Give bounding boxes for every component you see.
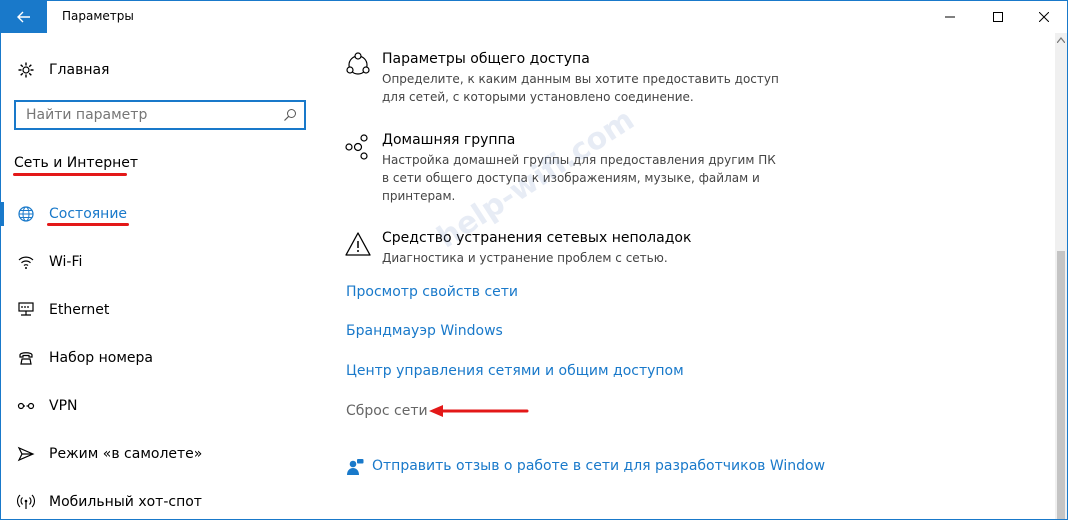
- scroll-up-icon[interactable]: [1055, 33, 1067, 47]
- sidebar-item-label: Wi-Fi: [49, 254, 83, 270]
- sidebar-item-ethernet[interactable]: Ethernet: [1, 292, 331, 328]
- annotation-underline: [47, 223, 129, 226]
- feedback-link[interactable]: Отправить отзыв о работе в сети для разр…: [372, 458, 825, 474]
- back-button[interactable]: [1, 1, 47, 33]
- sidebar-item-home[interactable]: Главная: [1, 52, 331, 88]
- hotspot-icon: [17, 493, 35, 511]
- sidebar-item-dialup[interactable]: Набор номера: [1, 340, 331, 376]
- homegroup-icon: [345, 134, 368, 160]
- gear-icon: [17, 61, 35, 79]
- airplane-icon: [17, 445, 35, 463]
- dialup-icon: [17, 349, 35, 367]
- minimize-icon: [945, 16, 955, 18]
- sharing-options-desc: Определите, к каким данным вы хотите пре…: [382, 72, 779, 104]
- scrollbar-thumb[interactable]: [1057, 251, 1065, 519]
- search-icon[interactable]: [282, 107, 298, 123]
- sidebar-item-label: Набор номера: [49, 350, 154, 366]
- sidebar-item-airplane[interactable]: Режим «в самолете»: [1, 436, 331, 472]
- globe-icon: [17, 205, 35, 223]
- ethernet-icon: [17, 301, 35, 319]
- close-icon: [1039, 12, 1049, 22]
- sidebar-item-label: Ethernet: [49, 302, 110, 318]
- sidebar-item-label: Состояние: [49, 206, 128, 222]
- annotation-underline: [13, 173, 127, 176]
- sidebar-item-vpn[interactable]: VPN: [1, 388, 331, 424]
- link-windows-firewall[interactable]: Брандмауэр Windows: [346, 323, 503, 339]
- sidebar-item-hotspot[interactable]: Мобильный хот-спот: [1, 484, 331, 519]
- section-heading: Сеть и Интернет: [14, 155, 138, 171]
- settings-window: Параметры Главная Сеть и Интернет Состоя…: [0, 0, 1068, 520]
- back-arrow-icon: [17, 11, 30, 23]
- warning-icon: [345, 232, 371, 256]
- maximize-icon: [993, 12, 1003, 22]
- sidebar-item-status[interactable]: Состояние: [1, 196, 331, 232]
- sidebar-item-wifi[interactable]: Wi-Fi: [1, 244, 331, 280]
- scrollbar[interactable]: [1055, 33, 1067, 519]
- maximize-button[interactable]: [975, 1, 1021, 33]
- feedback-icon: [347, 459, 364, 475]
- window-title: Параметры: [62, 9, 134, 23]
- title-bar: Параметры: [1, 1, 1067, 33]
- search-input[interactable]: [16, 102, 286, 128]
- sidebar-item-label: Мобильный хот-спот: [49, 494, 202, 510]
- troubleshooter-title[interactable]: Средство устранения сетевых неполадок: [382, 230, 691, 246]
- link-network-reset[interactable]: Сброс сети: [346, 403, 428, 419]
- minimize-button[interactable]: [927, 1, 973, 33]
- sidebar-item-label: VPN: [49, 398, 78, 414]
- vpn-icon: [17, 397, 35, 415]
- sharing-options-title[interactable]: Параметры общего доступа: [382, 51, 590, 67]
- annotation-arrow: [429, 405, 529, 417]
- sidebar-item-label: Главная: [49, 62, 110, 78]
- wifi-icon: [17, 253, 35, 271]
- close-button[interactable]: [1021, 1, 1067, 33]
- troubleshooter-desc: Диагностика и устранение проблем с сетью…: [382, 251, 668, 265]
- sharing-icon: [346, 52, 370, 75]
- link-network-center[interactable]: Центр управления сетями и общим доступом: [346, 363, 684, 379]
- link-network-properties[interactable]: Просмотр свойств сети: [346, 284, 518, 300]
- sidebar-item-label: Режим «в самолете»: [49, 446, 203, 462]
- homegroup-title[interactable]: Домашняя группа: [382, 132, 515, 148]
- search-box: [14, 100, 306, 130]
